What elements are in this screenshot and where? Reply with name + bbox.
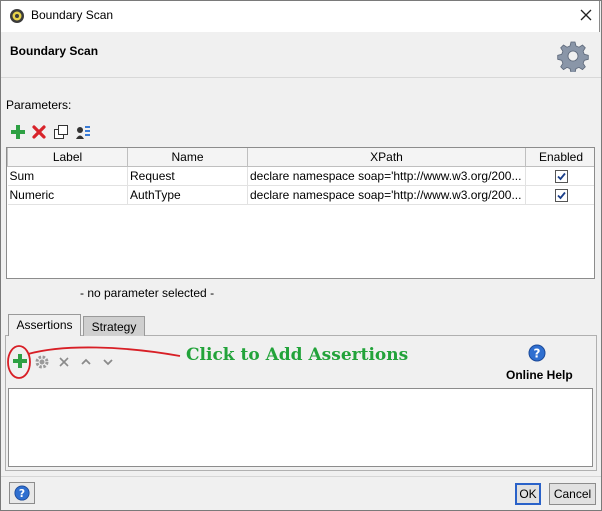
cell-xpath: declare namespace soap='http://www.w3.or… — [247, 185, 526, 205]
svg-text:?: ? — [534, 347, 541, 361]
tab-strategy[interactable]: Strategy — [83, 316, 145, 336]
table-row[interactable]: Numeric AuthType declare namespace soap=… — [7, 185, 594, 205]
add-icon[interactable] — [10, 124, 26, 140]
cell-name: AuthType — [127, 185, 248, 205]
enabled-checkbox[interactable] — [554, 170, 568, 184]
annotation-text: Click to Add Assertions — [186, 345, 409, 365]
close-icon[interactable] — [577, 6, 595, 24]
tab-assertions[interactable]: Assertions — [8, 314, 81, 336]
column-header-name[interactable]: Name — [127, 148, 248, 167]
cell-enabled — [525, 185, 594, 205]
cell-label: Numeric — [7, 185, 128, 205]
table-header-row: Label Name XPath Enabled — [7, 148, 594, 167]
window-title: Boundary Scan — [31, 8, 114, 22]
assertions-list[interactable] — [8, 388, 593, 467]
column-header-label[interactable]: Label — [7, 148, 128, 167]
enabled-checkbox[interactable] — [554, 189, 568, 203]
dialog-title: Boundary Scan — [10, 44, 99, 58]
cell-enabled — [525, 166, 594, 186]
help-button[interactable]: ? — [9, 482, 35, 504]
app-icon — [10, 9, 24, 23]
help-icon[interactable]: ? — [528, 344, 546, 362]
parameters-table[interactable]: Label Name XPath Enabled Sum Request dec… — [6, 147, 595, 279]
cancel-button[interactable]: Cancel — [549, 483, 596, 505]
parameters-label: Parameters: — [6, 98, 72, 112]
cell-label: Sum — [7, 166, 128, 186]
selection-status: - no parameter selected - — [80, 286, 215, 300]
cell-xpath: declare namespace soap='http://www.w3.or… — [247, 166, 526, 186]
footer-divider — [1, 476, 601, 477]
table-row[interactable]: Sum Request declare namespace soap='http… — [7, 166, 594, 186]
column-header-xpath[interactable]: XPath — [247, 148, 526, 167]
svg-text:?: ? — [19, 487, 25, 500]
annotation-highlight — [7, 345, 181, 379]
online-help-link[interactable]: Online Help — [506, 368, 573, 382]
extract-icon[interactable] — [75, 124, 91, 140]
remove-icon[interactable] — [31, 124, 47, 140]
ok-button[interactable]: OK — [515, 483, 541, 505]
help-icon: ? — [14, 485, 30, 501]
column-header-enabled[interactable]: Enabled — [525, 148, 594, 167]
gear-icon — [557, 41, 589, 72]
cell-name: Request — [127, 166, 248, 186]
clone-icon[interactable] — [53, 124, 69, 140]
